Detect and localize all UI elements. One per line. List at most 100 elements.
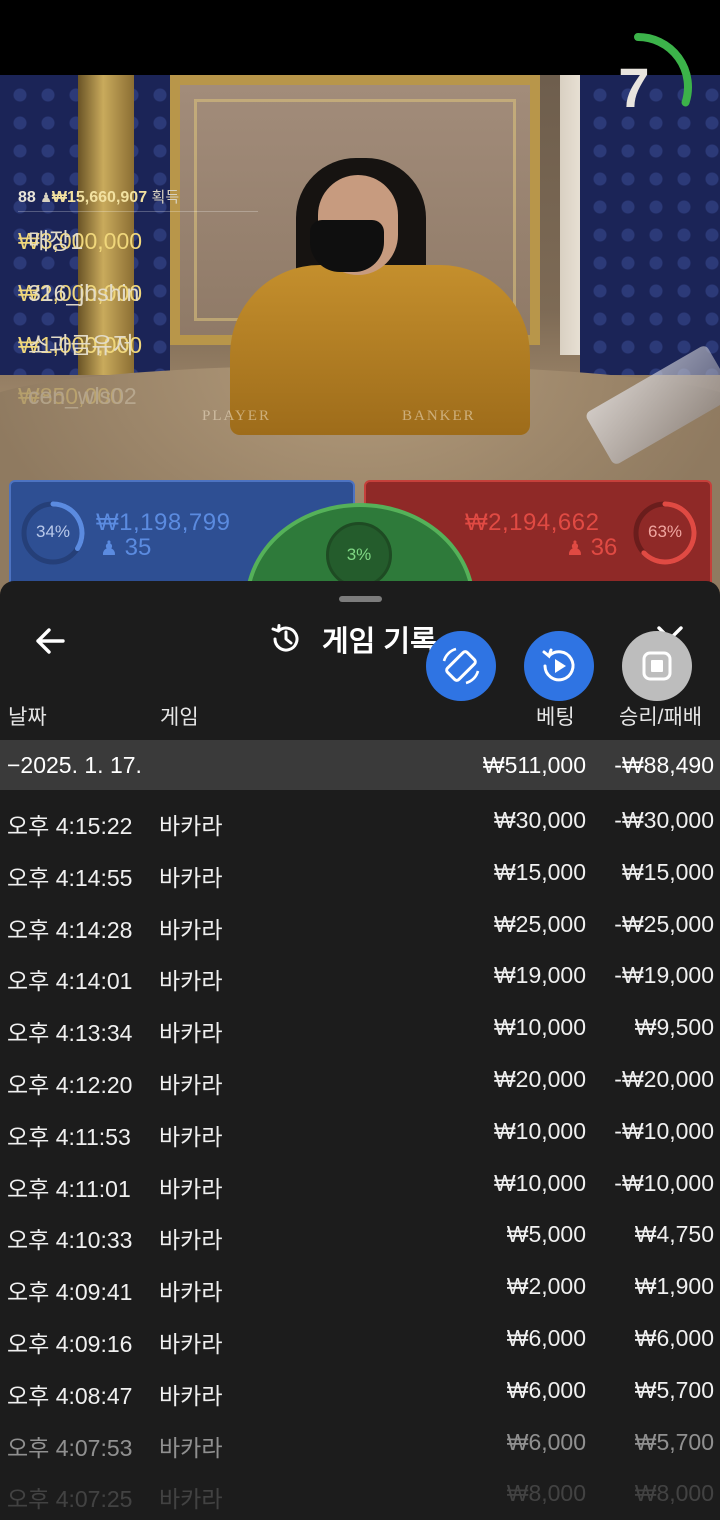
drag-handle[interactable] xyxy=(339,596,382,602)
user-icon: ♟ xyxy=(40,190,52,205)
user-icon: ♟ xyxy=(100,538,118,560)
player-bettor-count: ♟ 35 xyxy=(100,534,152,561)
day-date: −2025. 1. 17. xyxy=(7,752,142,778)
countdown-number: 7 xyxy=(618,56,650,119)
winners-list: 88 ♟₩15,660,907 획득 ₩3,000,000 매장1 ₩2,000,… xyxy=(18,183,258,421)
stop-icon xyxy=(642,651,672,681)
row-game: 바카라 xyxy=(159,1227,223,1254)
tie-percent: 3% xyxy=(346,545,372,564)
winner-row: ₩2,000,000 316_jhshin xyxy=(18,279,143,306)
row-bet: ₩10,000 xyxy=(493,1117,586,1144)
row-game: 바카라 xyxy=(159,916,223,943)
table-row[interactable]: 오후 4:14:28 바카라 ₩25,000 -₩25,000 xyxy=(0,899,720,951)
row-bet: ₩6,000 xyxy=(506,1428,586,1455)
arrow-left-icon[interactable] xyxy=(30,621,70,661)
table-row[interactable]: 오후 4:09:41 바카라 ₩2,000 ₩1,900 xyxy=(0,1261,720,1313)
winners-count: 88 xyxy=(18,189,36,206)
row-result: -₩10,000 xyxy=(614,1117,714,1144)
col-game: 게임 xyxy=(160,706,199,729)
row-time: 오후 4:07:53 xyxy=(7,1434,133,1461)
page-title: 게임 기록 xyxy=(322,626,437,658)
row-bet: ₩25,000 xyxy=(493,910,586,937)
row-time: 오후 4:15:22 xyxy=(7,813,133,839)
user-icon: ♟ xyxy=(566,538,584,560)
row-game: 바카라 xyxy=(159,1382,223,1409)
rotate-screen-icon xyxy=(442,647,480,685)
row-bet: ₩5,000 xyxy=(506,1221,586,1248)
row-result: ₩8,000 xyxy=(634,1480,714,1507)
row-bet: ₩19,000 xyxy=(493,962,586,989)
winners-label: 획득 xyxy=(151,189,180,206)
table-row[interactable]: 오후 4:14:55 바카라 ₩15,000 ₩15,000 xyxy=(0,847,720,899)
row-bet: ₩30,000 xyxy=(493,807,586,833)
table-row[interactable]: 오후 4:11:53 바카라 ₩10,000 -₩10,000 xyxy=(0,1106,720,1158)
winner-row: ₩1,000,000 소과금유저 xyxy=(18,331,143,358)
day-result-total: -₩88,490 xyxy=(614,752,714,778)
player-bet-amount: ₩1,198,799 xyxy=(96,509,231,536)
col-date: 날짜 xyxy=(8,706,47,729)
row-time: 오후 4:08:47 xyxy=(7,1382,133,1409)
table-row[interactable]: 오후 4:09:16 바카라 ₩6,000 ₩6,000 xyxy=(0,1313,720,1365)
row-game: 바카라 xyxy=(159,1175,223,1202)
table-row[interactable]: 오후 4:12:20 바카라 ₩20,000 -₩20,000 xyxy=(0,1054,720,1106)
rotate-screen-button[interactable] xyxy=(426,631,496,701)
row-result: -₩10,000 xyxy=(614,1169,714,1196)
col-bet: 베팅 xyxy=(536,706,575,729)
row-bet: ₩8,000 xyxy=(506,1480,586,1507)
row-bet: ₩15,000 xyxy=(493,858,586,885)
row-bet: ₩2,000 xyxy=(506,1273,586,1300)
row-result: ₩5,700 xyxy=(634,1428,714,1455)
row-game: 바카라 xyxy=(159,1486,223,1513)
row-game: 바카라 xyxy=(159,813,223,839)
table-row[interactable]: 오후 4:10:33 바카라 ₩5,000 ₩4,750 xyxy=(0,1209,720,1261)
row-bet: ₩10,000 xyxy=(493,1014,586,1041)
row-time: 오후 4:11:53 xyxy=(7,1123,131,1150)
day-summary-row[interactable]: −2025. 1. 17. ₩511,000 -₩88,490 xyxy=(0,740,720,790)
row-time: 오후 4:07:25 xyxy=(7,1486,133,1513)
row-time: 오후 4:14:55 xyxy=(7,864,133,891)
row-time: 오후 4:09:16 xyxy=(7,1330,133,1357)
row-result: ₩1,900 xyxy=(634,1273,714,1300)
row-game: 바카라 xyxy=(159,968,223,995)
row-bet: ₩6,000 xyxy=(506,1324,586,1351)
banker-percent: 63% xyxy=(647,522,683,541)
history-table-header: 날짜 게임 베팅 승리/패배 xyxy=(0,693,720,737)
history-list: 오후 4:15:22 바카라 ₩30,000 -₩30,000 오후 4:14:55 바카… xyxy=(0,795,720,1520)
winner-row: ₩850,000 cen_wls02 xyxy=(18,383,137,410)
col-result: 승리/패배 xyxy=(619,706,703,729)
winners-header: 88 ♟₩15,660,907 획득 xyxy=(18,183,258,213)
row-time: 오후 4:09:41 xyxy=(7,1279,133,1306)
table-row[interactable]: 오후 4:07:25 바카라 ₩8,000 ₩8,000 xyxy=(0,1468,720,1520)
row-time: 오후 4:14:28 xyxy=(7,916,133,943)
row-time: 오후 4:13:34 xyxy=(7,1020,133,1047)
player-percent: 34% xyxy=(35,522,71,541)
row-game: 바카라 xyxy=(159,1071,223,1098)
row-time: 오후 4:11:01 xyxy=(7,1175,131,1202)
row-game: 바카라 xyxy=(159,1020,223,1047)
row-game: 바카라 xyxy=(159,1330,223,1357)
row-game: 바카라 xyxy=(159,1123,223,1150)
row-result: -₩20,000 xyxy=(614,1065,714,1092)
row-bet: ₩6,000 xyxy=(506,1376,586,1403)
row-result: ₩5,700 xyxy=(634,1376,714,1403)
table-label-banker: BANKER xyxy=(402,408,476,424)
day-bet-total: ₩511,000 xyxy=(482,752,586,778)
stop-button[interactable] xyxy=(622,631,692,701)
table-row[interactable]: 오후 4:08:47 바카라 ₩6,000 ₩5,700 xyxy=(0,1365,720,1417)
row-result: -₩25,000 xyxy=(614,910,714,937)
banker-bettor-count: ♟ 36 xyxy=(566,534,618,561)
sheet-title: 게임 기록 xyxy=(268,617,437,661)
table-row[interactable]: 오후 4:07:53 바카라 ₩6,000 ₩5,700 xyxy=(0,1417,720,1469)
row-time: 오후 4:10:33 xyxy=(7,1227,133,1254)
winner-row: ₩3,000,000 매장1 xyxy=(18,228,143,254)
table-row[interactable]: 오후 4:11:01 바카라 ₩10,000 -₩10,000 xyxy=(0,1158,720,1210)
table-row[interactable]: 오후 4:14:01 바카라 ₩19,000 -₩19,000 xyxy=(0,950,720,1002)
row-game: 바카라 xyxy=(159,1279,223,1306)
table-row[interactable]: 오후 4:13:34 바카라 ₩10,000 ₩9,500 xyxy=(0,1002,720,1054)
winners-total: ₩15,660,907 xyxy=(51,189,148,206)
row-result: ₩9,500 xyxy=(634,1014,714,1041)
table-row[interactable]: 오후 4:15:22 바카라 ₩30,000 -₩30,000 xyxy=(0,795,720,847)
row-result: ₩4,750 xyxy=(634,1221,714,1248)
row-time: 오후 4:14:01 xyxy=(7,968,133,995)
replay-button[interactable] xyxy=(524,631,594,701)
